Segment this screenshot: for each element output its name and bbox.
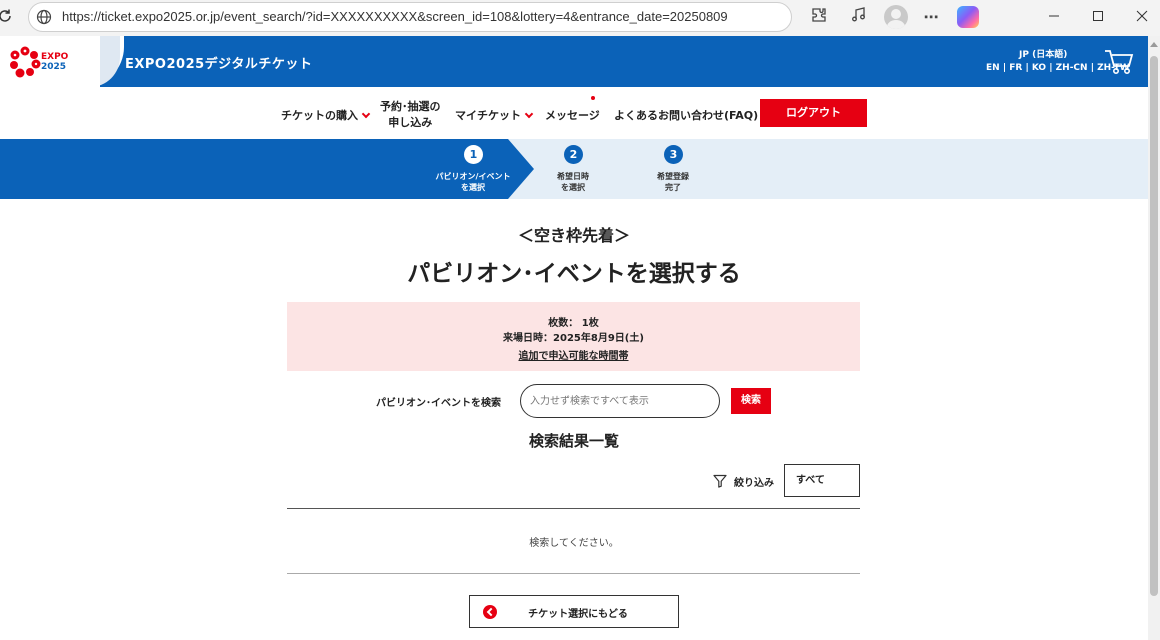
unread-dot-icon <box>591 96 595 100</box>
scroll-thumb[interactable] <box>1150 56 1158 596</box>
globe-icon <box>36 9 52 25</box>
ticket-count: 枚数： 1枚 <box>548 318 599 329</box>
site-header: EXPO 2025 EXPO2025デジタルチケット JP (日本語) EN |… <box>0 36 1148 87</box>
address-bar[interactable]: https://ticket.expo2025.or.jp/event_sear… <box>28 2 792 32</box>
logout-button[interactable]: ログアウト <box>760 99 867 127</box>
cart-icon[interactable] <box>1104 48 1134 76</box>
step-2-label: 希望日時 を選択 <box>528 171 618 193</box>
media-control-icon[interactable] <box>848 6 870 28</box>
step-2-label-line2: を選択 <box>561 183 585 192</box>
maximize-icon[interactable] <box>1087 6 1109 28</box>
logo-text-top: EXPO <box>41 52 69 62</box>
nav-my-tickets[interactable]: マイチケット <box>455 107 534 123</box>
filter-label[interactable]: 絞り込み <box>734 474 774 489</box>
results-divider-top <box>287 508 860 509</box>
chevron-down-icon <box>524 109 534 119</box>
step-3-number: 3 <box>664 145 683 164</box>
site-title[interactable]: EXPO2025デジタルチケット <box>125 53 312 72</box>
search-label: パビリオン･イベントを検索 <box>376 398 501 409</box>
nav-messages-label: メッセージ <box>545 109 600 122</box>
step-2-number: 2 <box>564 145 583 164</box>
step-1-label: パビリオン/イベント を選択 <box>428 171 518 193</box>
nav-buy-tickets[interactable]: チケットの購入 <box>281 107 371 123</box>
progress-steps: 1 パビリオン/イベント を選択 2 希望日時 を選択 3 希望登録 完了 <box>0 139 1148 199</box>
search-button[interactable]: 検索 <box>731 388 771 414</box>
step-1-label-line1: パビリオン/イベント <box>435 172 511 181</box>
reload-icon[interactable] <box>0 7 14 25</box>
nav-messages[interactable]: メッセージ <box>545 107 600 123</box>
url-text[interactable]: https://ticket.expo2025.or.jp/event_sear… <box>62 9 728 24</box>
visit-date: 来場日時：2025年8月9日(土) <box>503 333 644 344</box>
scroll-up-icon[interactable] <box>1150 42 1158 47</box>
chevron-down-icon <box>361 109 371 119</box>
extensions-icon[interactable] <box>808 6 830 28</box>
page-subtitle: ＜空き枠先着＞ <box>517 226 630 245</box>
pavilion-search-input[interactable] <box>520 384 720 418</box>
expo-logo[interactable]: EXPO 2025 <box>0 36 100 87</box>
browser-toolbar: https://ticket.expo2025.or.jp/event_sear… <box>0 0 1160 36</box>
nav-reservations[interactable]: 予約･抽選の 申し込み <box>380 99 441 131</box>
back-button-label: チケット選択にもどる <box>528 609 628 620</box>
page-scrollbar[interactable] <box>1148 36 1160 640</box>
copilot-icon[interactable] <box>957 6 979 28</box>
step-3-label-line2: 完了 <box>665 183 681 192</box>
step-2-label-line1: 希望日時 <box>557 172 589 181</box>
results-divider-bottom <box>287 573 860 574</box>
available-time-slots-link[interactable]: 追加で申込可能な時間帯 <box>287 347 860 362</box>
language-current[interactable]: JP (日本語) <box>1019 47 1067 60</box>
step-3-label: 希望登録 完了 <box>628 171 718 193</box>
page-title: パビリオン･イベントを選択する <box>407 261 741 287</box>
nav-faq-label: よくあるお問い合わせ(FAQ) <box>614 109 759 122</box>
nav-reservations-line2: 申し込み <box>388 116 433 129</box>
empty-results-message: 検索してください。 <box>529 538 619 549</box>
results-heading: 検索結果一覧 <box>528 432 619 450</box>
step-3-label-line1: 希望登録 <box>657 172 689 181</box>
close-icon[interactable] <box>1131 6 1153 28</box>
reservation-info-box: 枚数： 1枚 来場日時：2025年8月9日(土) 追加で申込可能な時間帯 <box>287 302 860 371</box>
myaku-myaku-logo-icon <box>10 46 41 78</box>
nav-reservations-line1: 予約･抽選の <box>380 100 441 113</box>
step-1-number: 1 <box>464 145 483 164</box>
filter-icon[interactable] <box>713 473 727 488</box>
logo-text-bottom: 2025 <box>41 62 67 72</box>
more-options-icon[interactable]: ⋯ <box>920 6 942 28</box>
main-nav: チケットの購入 予約･抽選の 申し込み マイチケット メッセージ よくあるお問い… <box>0 87 1148 139</box>
nav-my-tickets-label: マイチケット <box>455 109 521 122</box>
filter-select[interactable]: すべて <box>784 464 860 497</box>
nav-buy-tickets-label: チケットの購入 <box>281 109 358 122</box>
minimize-icon[interactable] <box>1043 6 1065 28</box>
back-to-ticket-selection-button[interactable]: チケット選択にもどる <box>469 595 679 628</box>
nav-faq[interactable]: よくあるお問い合わせ(FAQ) <box>614 107 758 123</box>
profile-avatar-icon[interactable] <box>884 5 908 29</box>
step-1-label-line2: を選択 <box>461 183 485 192</box>
